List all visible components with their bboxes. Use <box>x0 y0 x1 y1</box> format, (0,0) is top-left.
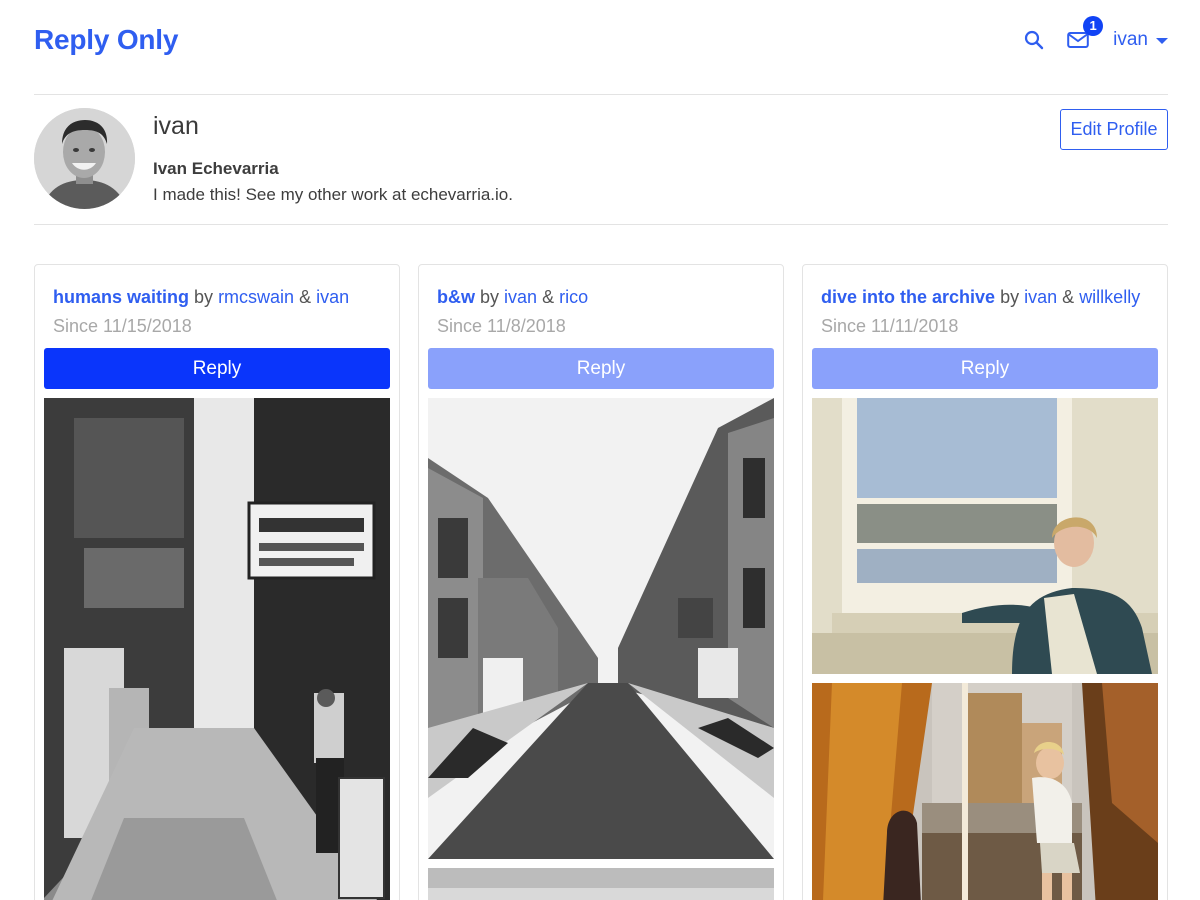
participant-link[interactable]: ivan <box>504 287 537 307</box>
thread-card: b&w by ivan & rico Since 11/8/2018 Reply <box>418 264 784 900</box>
thread-title-line: b&w by ivan & rico <box>437 287 588 308</box>
since-date: Since 11/8/2018 <box>437 316 566 336</box>
search-icon[interactable] <box>1023 29 1045 51</box>
edit-profile-button[interactable]: Edit Profile <box>1060 109 1168 150</box>
profile-header: ivan Ivan Echevarria I made this! See my… <box>34 108 1168 224</box>
profile-username: ivan <box>153 112 199 140</box>
thread-title-line: dive into the archive by ivan & willkell… <box>821 287 1140 308</box>
thread-title-link[interactable]: dive into the archive <box>821 287 995 307</box>
participant-link[interactable]: rmcswain <box>218 287 294 307</box>
ampersand: & <box>1062 287 1075 307</box>
chevron-down-icon <box>1156 38 1168 44</box>
thread-photo[interactable] <box>812 398 1158 674</box>
participant-link[interactable]: willkelly <box>1079 287 1140 307</box>
since-date: Since 11/11/2018 <box>821 316 959 336</box>
user-menu-toggle[interactable]: ivan <box>1113 29 1168 51</box>
avatar <box>34 108 135 209</box>
reply-button[interactable]: Reply <box>44 348 390 389</box>
by-label: by <box>1000 287 1020 307</box>
unread-badge: 1 <box>1083 16 1104 36</box>
participant-link[interactable]: ivan <box>316 287 349 307</box>
by-label: by <box>194 287 214 307</box>
reply-button[interactable]: Reply <box>812 348 1158 389</box>
thread-title-line: humans waiting by rmcswain & ivan <box>53 287 349 308</box>
top-navbar: Reply Only 1 ivan <box>34 0 1168 80</box>
profile-full-name: Ivan Echevarria <box>153 159 279 178</box>
ampersand: & <box>542 287 555 307</box>
user-menu-label: ivan <box>1113 29 1148 50</box>
profile-info: ivan Ivan Echevarria I made this! See my… <box>153 112 513 205</box>
thread-card: dive into the archive by ivan & willkell… <box>802 264 1168 900</box>
brand-logo[interactable]: Reply Only <box>34 24 178 56</box>
mail-icon[interactable]: 1 <box>1067 16 1104 51</box>
nav-actions: 1 ivan <box>1023 16 1168 51</box>
by-label: by <box>480 287 500 307</box>
thread-card: humans waiting by rmcswain & ivan Since … <box>34 264 400 900</box>
reply-button[interactable]: Reply <box>428 348 774 389</box>
since-date: Since 11/15/2018 <box>53 316 192 336</box>
navbar-divider <box>34 94 1168 95</box>
ampersand: & <box>299 287 312 307</box>
participant-link[interactable]: ivan <box>1024 287 1057 307</box>
thread-title-link[interactable]: humans waiting <box>53 287 189 307</box>
participant-link[interactable]: rico <box>559 287 588 307</box>
thread-photo[interactable] <box>428 868 774 900</box>
thread-title-link[interactable]: b&w <box>437 287 475 307</box>
thread-photo[interactable] <box>428 398 774 859</box>
thread-photo[interactable] <box>44 398 390 900</box>
profile-divider <box>34 224 1168 225</box>
thread-photo[interactable] <box>812 683 1158 900</box>
profile-bio: I made this! See my other work at echeva… <box>153 185 513 204</box>
